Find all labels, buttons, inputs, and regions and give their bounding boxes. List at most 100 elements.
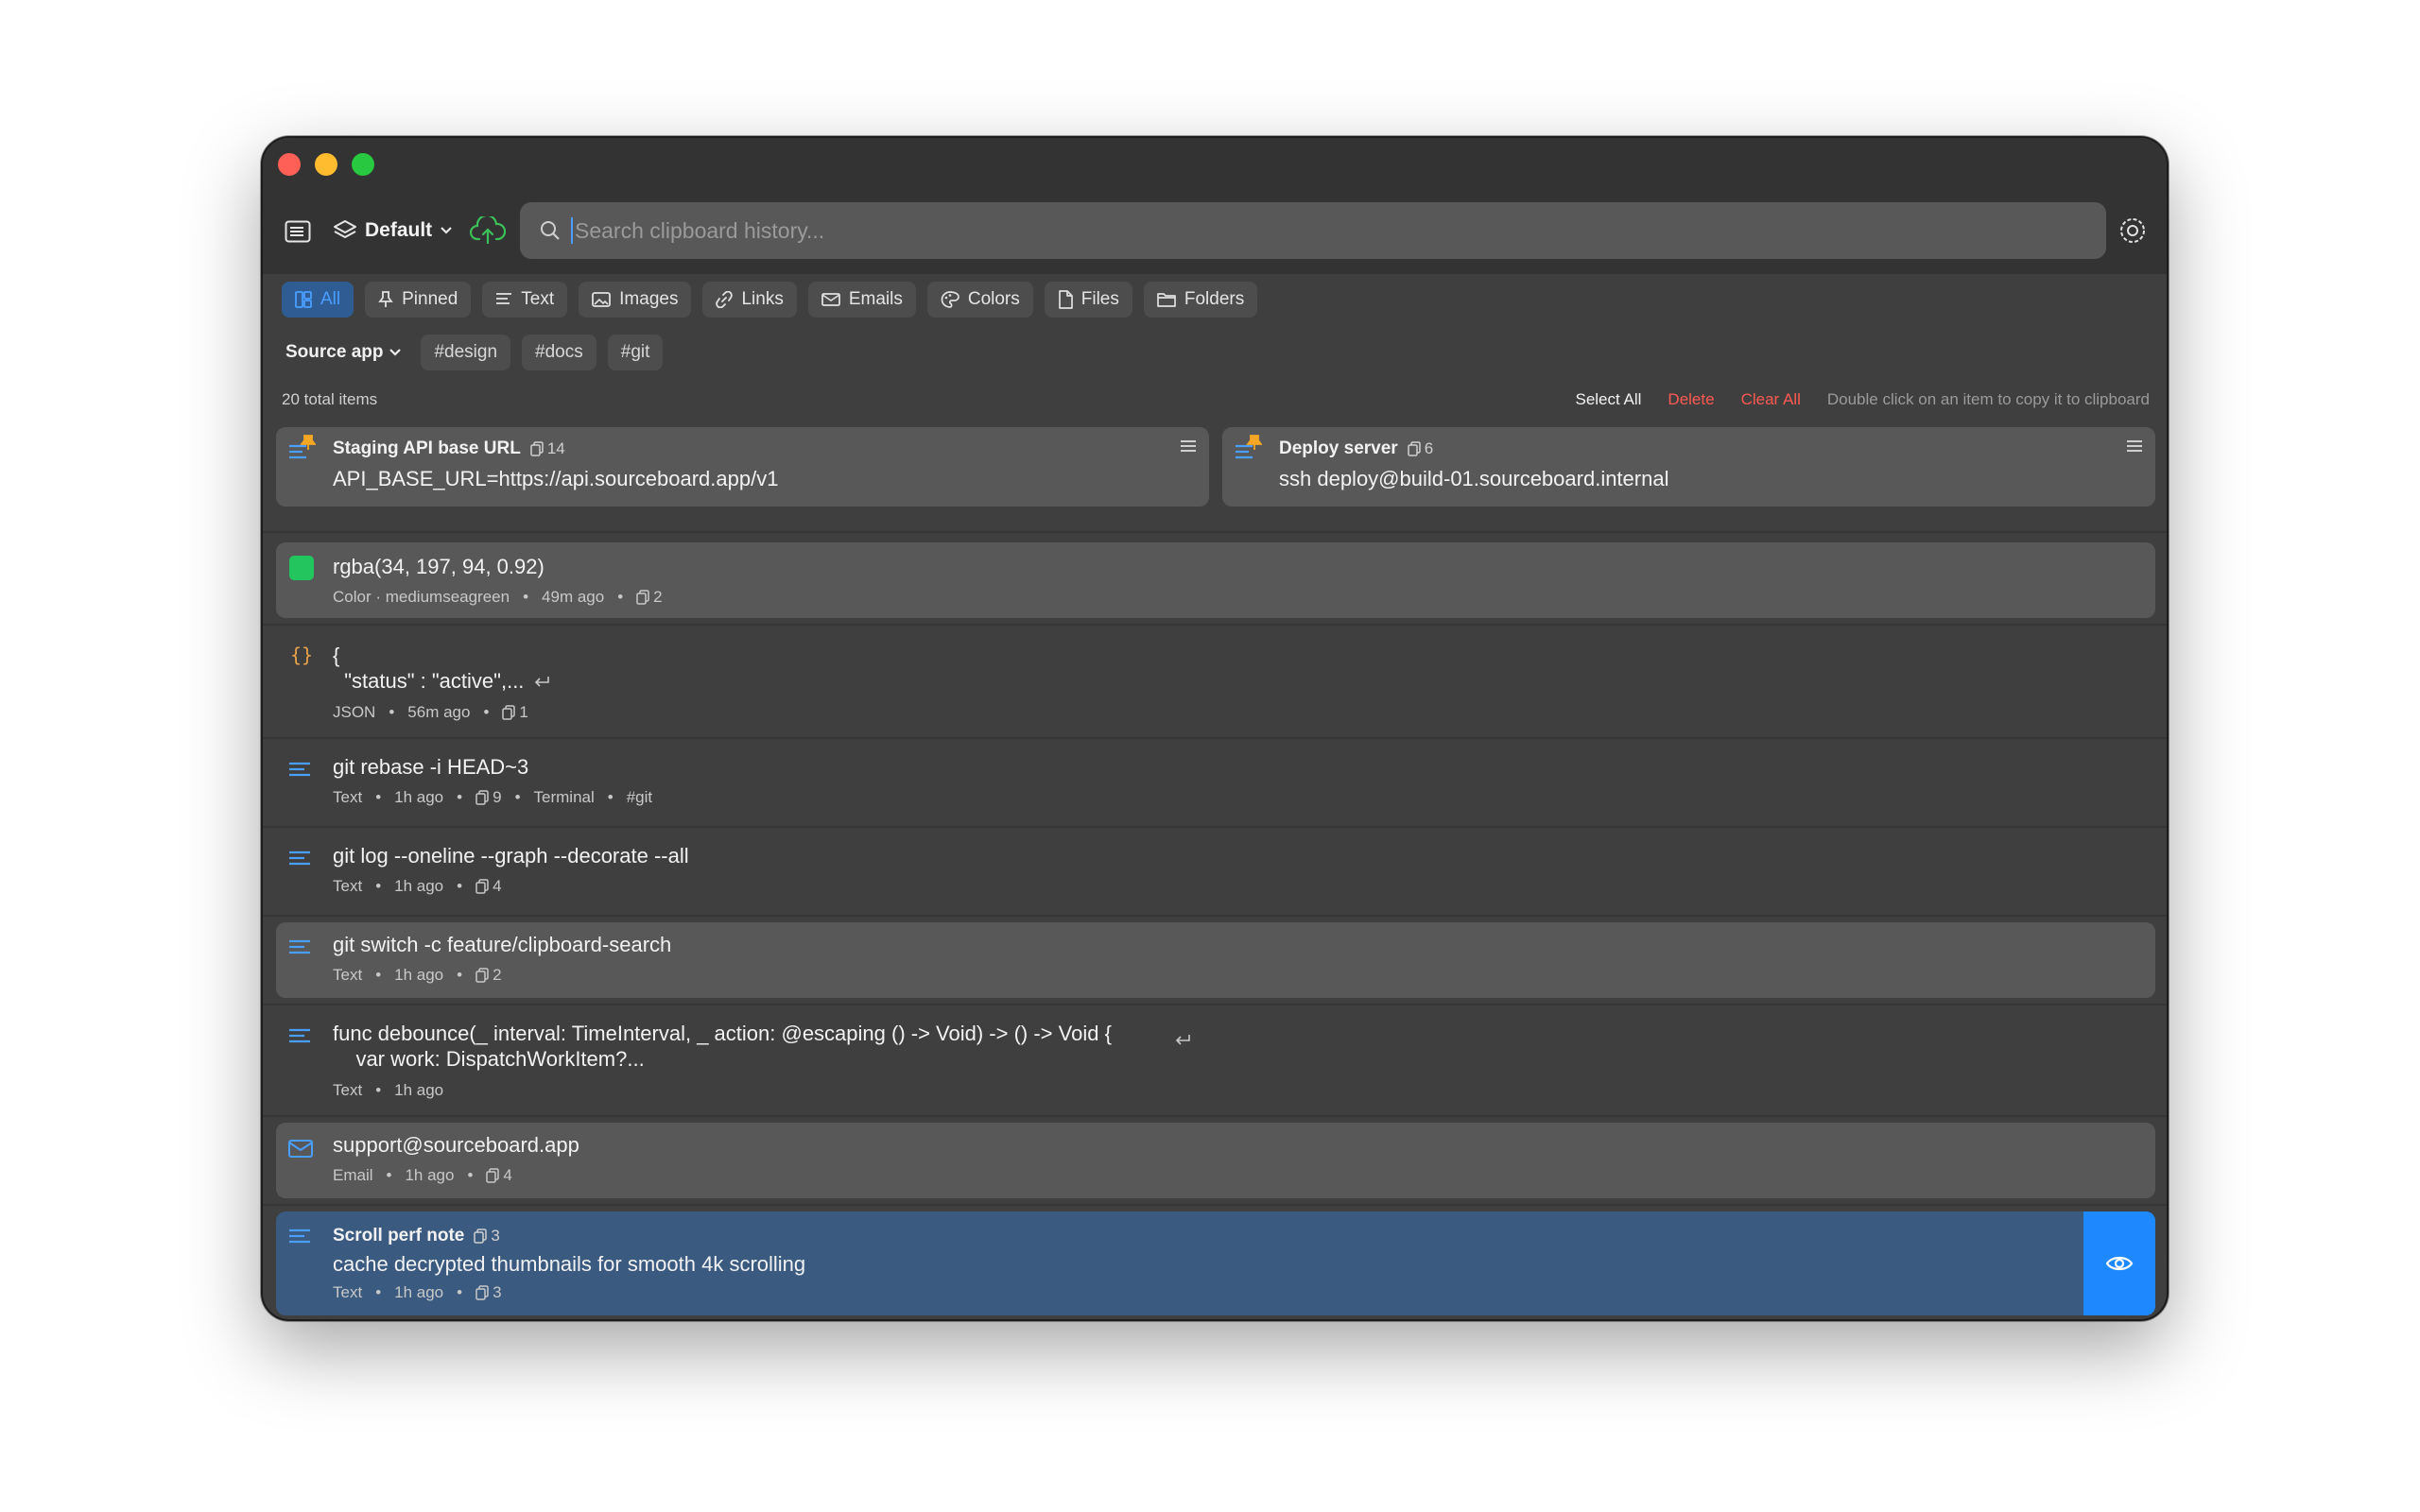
- copy-icon: [636, 590, 649, 605]
- gear-icon: [2120, 218, 2145, 243]
- copy-icon: [475, 1285, 489, 1300]
- copy-count: 14: [530, 439, 565, 458]
- search-input[interactable]: [575, 217, 1993, 244]
- list-item[interactable]: {} { "status" : "active",... JSON • 56m a…: [276, 629, 2155, 735]
- item-type: JSON: [333, 703, 376, 721]
- preview-button[interactable]: [2083, 1211, 2155, 1315]
- maximize-window-button[interactable]: [352, 153, 374, 176]
- copy-count-value: 2: [653, 588, 663, 606]
- list-item[interactable]: git log --oneline --graph --decorate --a…: [276, 832, 2155, 915]
- filter-links[interactable]: Links: [702, 282, 797, 318]
- delete-button[interactable]: Delete: [1668, 390, 1714, 409]
- select-all-button[interactable]: Select All: [1575, 390, 1641, 409]
- divider: [263, 915, 2167, 917]
- status-bar: 20 total items Select All Delete Clear A…: [282, 386, 2150, 414]
- copy-count: 3: [475, 1283, 502, 1302]
- divider: [263, 531, 2167, 533]
- filter-all[interactable]: All: [282, 282, 354, 318]
- item-time: 1h ago: [394, 966, 444, 984]
- tag-filter-bar: Source app #design #docs #git: [282, 335, 664, 370]
- copy-count: 6: [1407, 439, 1434, 458]
- filter-links-label: Links: [741, 289, 784, 309]
- pinned-card[interactable]: Deploy server 6 ssh deploy@build-01.sour…: [1222, 427, 2155, 507]
- item-type: Text: [333, 966, 363, 984]
- item-time: 49m ago: [542, 588, 605, 606]
- filter-images-label: Images: [619, 289, 679, 309]
- copy-count-value: 9: [493, 788, 502, 806]
- eye-icon: [2105, 1256, 2134, 1271]
- list-item[interactable]: support@sourceboard.app Email • 1h ago • 4: [276, 1123, 2155, 1198]
- item-meta: Text • 1h ago • 3: [333, 1283, 502, 1302]
- filter-text[interactable]: Text: [482, 282, 568, 318]
- source-app-dropdown[interactable]: Source app: [282, 335, 409, 370]
- list-item-selected[interactable]: Scroll perf note 3 cache decrypted thumb…: [276, 1211, 2155, 1315]
- title-bar: [263, 138, 2167, 191]
- tag-git[interactable]: #git: [607, 335, 664, 370]
- list-item[interactable]: func debounce(_ interval: TimeInterval, …: [276, 1009, 2155, 1115]
- toolbar: Default: [263, 191, 2167, 274]
- profile-selector[interactable]: Default: [333, 214, 453, 248]
- search-bar[interactable]: [520, 202, 2106, 259]
- menu-icon[interactable]: [2125, 438, 2144, 454]
- pinned-card[interactable]: Staging API base URL 14 API_BASE_URL=htt…: [276, 427, 1209, 507]
- copy-count-value: 6: [1424, 439, 1434, 457]
- item-title: Scroll perf note 3: [333, 1223, 500, 1248]
- copy-icon: [475, 790, 489, 805]
- text-caret: [571, 217, 573, 244]
- pinned-body: ssh deploy@build-01.sourceboard.internal: [1279, 467, 1669, 490]
- copy-icon: [502, 705, 516, 720]
- settings-button[interactable]: [2114, 212, 2152, 249]
- filter-pinned[interactable]: Pinned: [365, 282, 472, 318]
- copy-count-value: 3: [491, 1227, 500, 1245]
- link-icon: [716, 291, 734, 308]
- item-content: rgba(34, 197, 94, 0.92): [333, 555, 544, 578]
- text-icon: [289, 850, 310, 866]
- minimize-window-button[interactable]: [315, 153, 337, 176]
- item-title-text: Scroll perf note: [333, 1226, 465, 1246]
- item-type: Text: [333, 788, 363, 806]
- item-type: Color · mediumseagreen: [333, 588, 510, 606]
- clear-all-button[interactable]: Clear All: [1741, 390, 1801, 409]
- item-content: support@sourceboard.app: [333, 1133, 579, 1157]
- pinned-title-text: Deploy server: [1279, 438, 1398, 458]
- list-item[interactable]: git switch -c feature/clipboard-search T…: [276, 922, 2155, 998]
- filter-text-label: Text: [521, 289, 555, 309]
- filter-emails[interactable]: Emails: [807, 282, 916, 318]
- item-content: func debounce(_ interval: TimeInterval, …: [333, 1021, 1112, 1072]
- list-item[interactable]: rgba(34, 197, 94, 0.92) Color · mediumse…: [276, 542, 2155, 618]
- filter-files[interactable]: Files: [1044, 282, 1132, 318]
- filter-colors[interactable]: Colors: [926, 282, 1033, 318]
- list-item[interactable]: git rebase -i HEAD~3 Text • 1h ago • 9 • Te…: [276, 743, 2155, 826]
- close-window-button[interactable]: [278, 153, 301, 176]
- item-content: git log --oneline --graph --decorate --a…: [333, 844, 689, 868]
- tag-design[interactable]: #design: [421, 335, 511, 370]
- item-time: 56m ago: [407, 703, 471, 721]
- color-swatch: [289, 556, 314, 580]
- sync-button[interactable]: [469, 214, 507, 248]
- filter-colors-label: Colors: [967, 289, 1020, 309]
- text-icon: [289, 762, 310, 777]
- pinned-title: Deploy server 6: [1279, 438, 1433, 459]
- app-window: Default Search clipboard history... All …: [261, 136, 2169, 1321]
- pinned-items: Staging API base URL 14 API_BASE_URL=htt…: [276, 427, 2155, 507]
- tag-docs[interactable]: #docs: [522, 335, 596, 370]
- pinned-body: API_BASE_URL=https://api.sourceboard.app…: [333, 467, 779, 490]
- pinned-title: Staging API base URL 14: [333, 438, 565, 459]
- item-content: git switch -c feature/clipboard-search: [333, 933, 672, 956]
- divider: [263, 1204, 2167, 1206]
- pinned-text-icon: [289, 435, 316, 459]
- divider: [263, 1004, 2167, 1005]
- source-app-label: Source app: [285, 342, 384, 362]
- sidebar-toggle-button[interactable]: [282, 217, 314, 246]
- total-items-count: 20 total items: [282, 390, 378, 408]
- copy-icon: [530, 441, 544, 456]
- filter-folders[interactable]: Folders: [1143, 282, 1258, 318]
- filter-images[interactable]: Images: [579, 282, 692, 318]
- copy-icon: [486, 1168, 500, 1183]
- file-icon: [1058, 290, 1073, 309]
- filter-folders-label: Folders: [1184, 289, 1245, 309]
- item-content: cache decrypted thumbnails for smooth 4k…: [333, 1252, 806, 1276]
- copy-icon: [474, 1228, 488, 1244]
- item-meta: JSON • 56m ago • 1: [333, 703, 528, 721]
- menu-icon[interactable]: [1179, 438, 1198, 454]
